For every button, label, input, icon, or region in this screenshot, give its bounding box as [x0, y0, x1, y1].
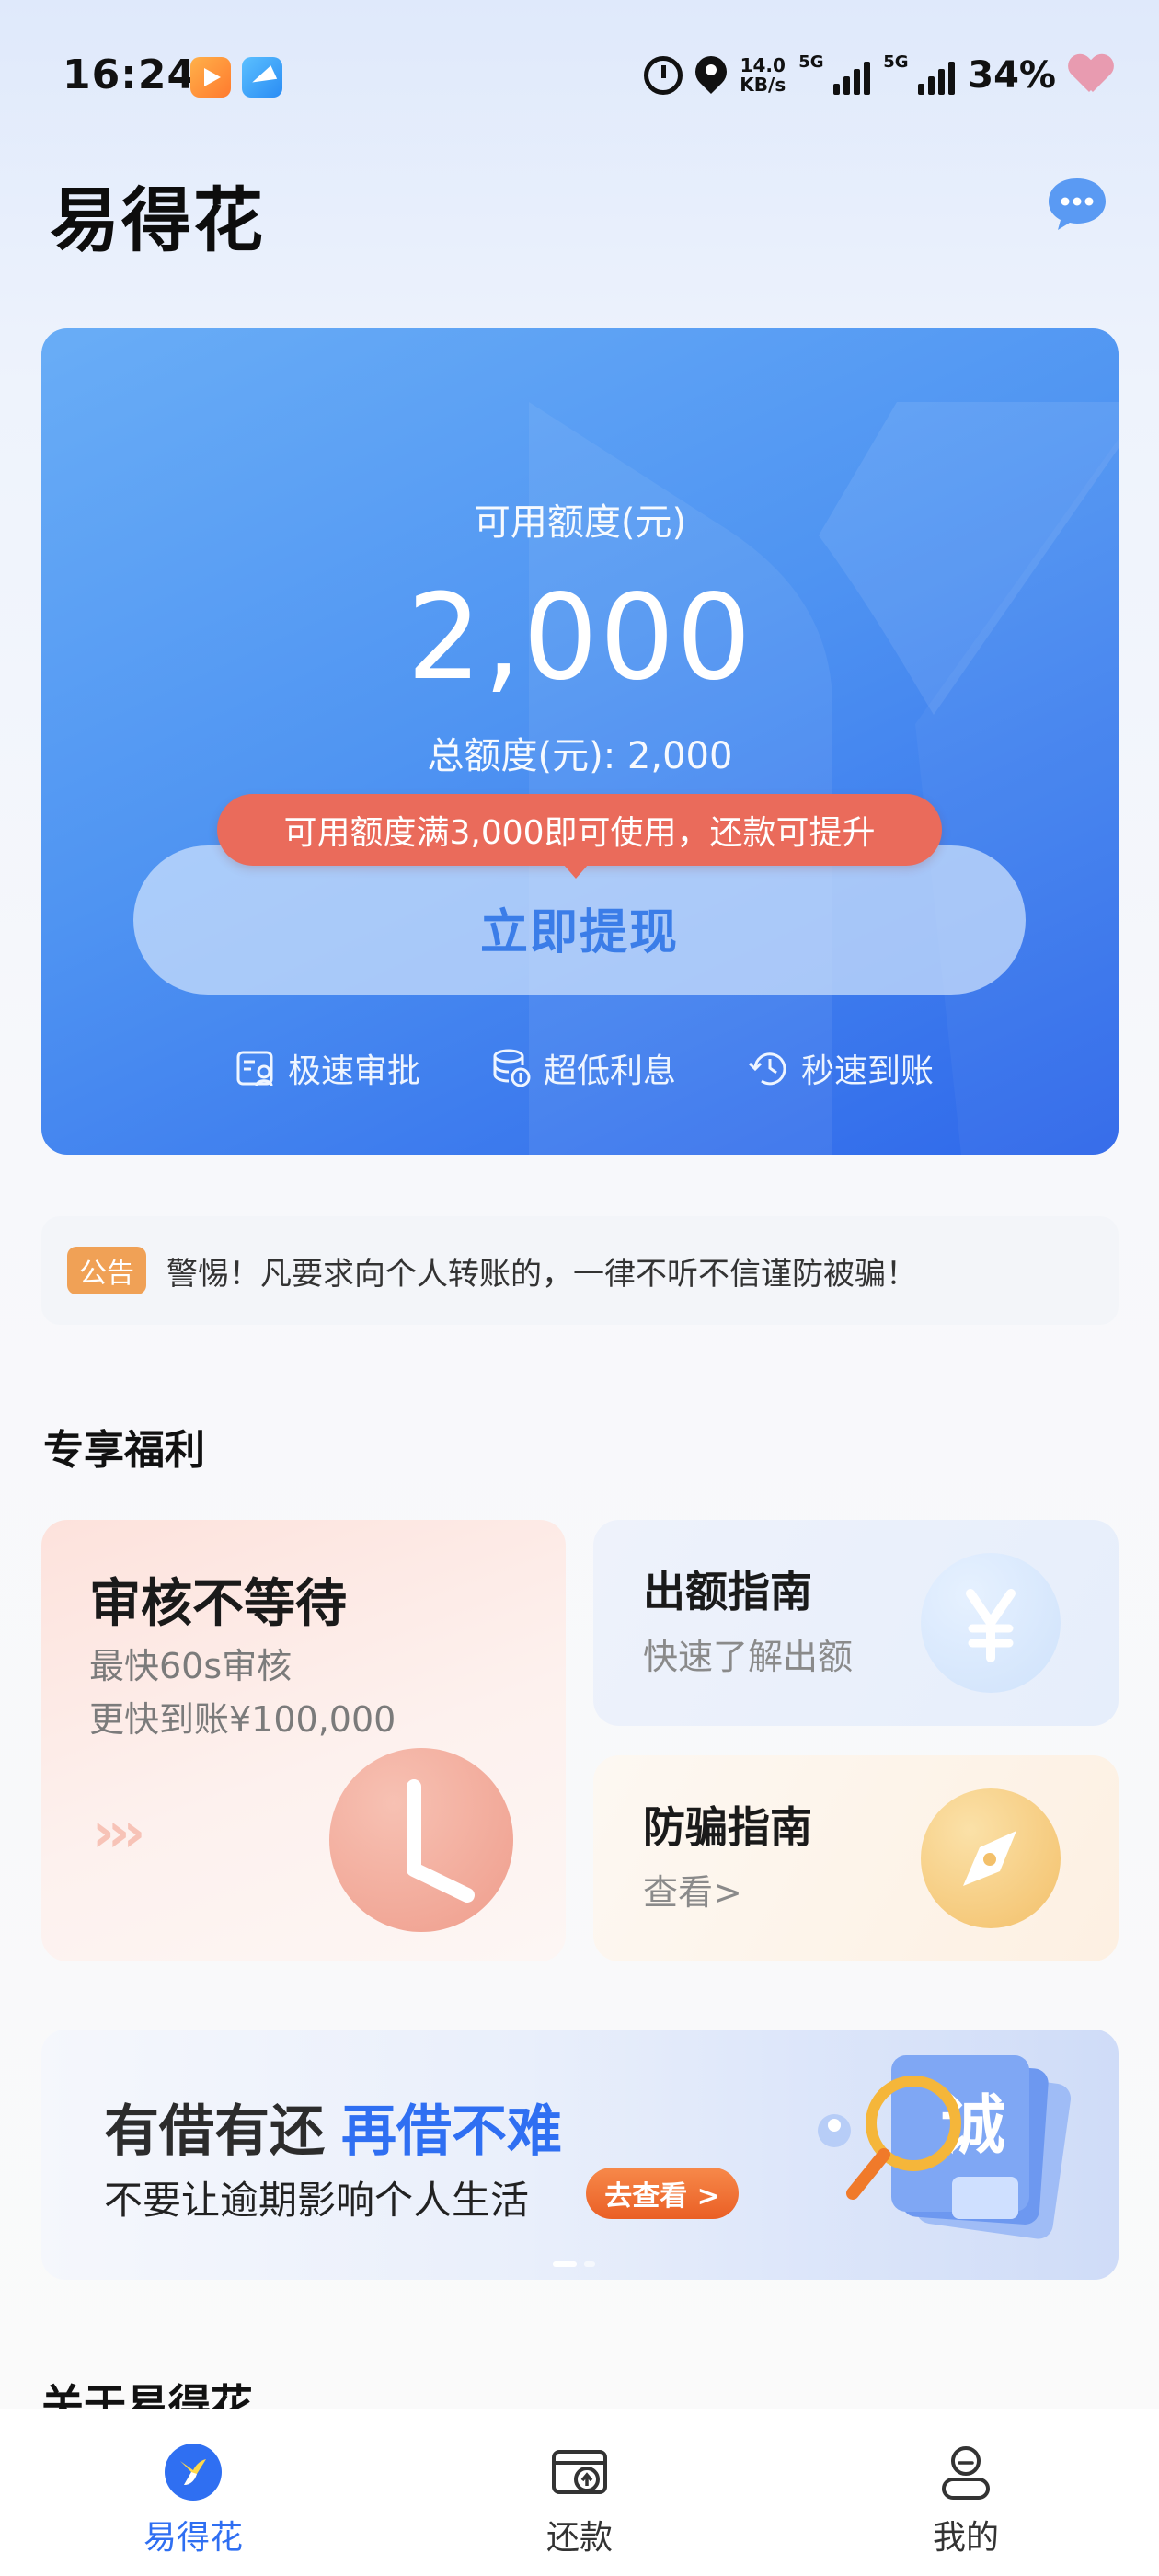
- approval-icon: [236, 1051, 273, 1087]
- nav-label: 我的: [932, 2519, 999, 2557]
- benefit-title: 审核不等待: [89, 1574, 347, 1634]
- clock-arrow-icon: [748, 1052, 786, 1086]
- status-time: 16:24: [63, 52, 197, 98]
- nav-label: 还款: [545, 2519, 613, 2557]
- nav-item-repay[interactable]: 还款: [386, 2409, 773, 2576]
- notice-tag: 公告: [67, 1247, 146, 1294]
- benefit-subtitle: 快速了解出额: [643, 1637, 854, 1677]
- benefit-line: 最快60s审核: [89, 1646, 293, 1686]
- nav-item-home[interactable]: 易得花: [0, 2409, 386, 2576]
- credit-card: 可用额度(元) 2,000 总额度(元): 2,000 立即提现 可用额度满3,…: [41, 328, 1119, 1155]
- status-icons: 14.0 KB/s 5G 5G 34%: [644, 48, 1113, 103]
- banner-view-button[interactable]: 去查看 >: [586, 2168, 739, 2219]
- banner-title-highlight: 再借不难: [341, 2099, 562, 2164]
- network-speed: 14.0 KB/s: [740, 56, 786, 95]
- bottom-nav: 易得花 还款 我的: [0, 2409, 1159, 2576]
- benefit-line: 更快到账¥100,000: [89, 1699, 396, 1740]
- video-app-icon: [190, 57, 231, 98]
- feature-label: 超低利息: [544, 1052, 677, 1090]
- network-speed-unit: KB/s: [740, 74, 786, 96]
- benefit-credit-guide-card[interactable]: 出额指南 快速了解出额: [593, 1520, 1119, 1726]
- home-logo-icon: [165, 2444, 222, 2501]
- feature-fast-approval: 极速审批: [235, 1044, 420, 1092]
- nav-item-profile[interactable]: 我的: [773, 2409, 1159, 2576]
- feature-label: 秒速到账: [801, 1052, 935, 1090]
- page-title: 易得花: [50, 179, 265, 261]
- benefits-section-title: 专享福利: [43, 1427, 205, 1474]
- signal-icon: 5G: [798, 52, 871, 95]
- available-credit-label: 可用额度(元): [473, 501, 687, 544]
- signal-icon: 5G: [883, 52, 956, 95]
- telegram-app-icon: [242, 57, 282, 98]
- nav-label: 易得花: [143, 2519, 243, 2557]
- credit-tip-bubble: 可用额度满3,000即可使用，还款可提升: [217, 794, 942, 879]
- banner-title-main: 有借有还: [104, 2099, 325, 2164]
- signal-label: 5G: [883, 52, 909, 72]
- banner-title: 有借有还 再借不难: [104, 2087, 562, 2167]
- clock-icon: [329, 1748, 513, 1932]
- benefit-subtitle: 查看>: [643, 1872, 742, 1913]
- repay-icon: [552, 2450, 607, 2494]
- battery-level: 34%: [968, 54, 1056, 97]
- status-bar: 16:24 14.0 KB/s 5G 5G 34%: [0, 0, 1159, 156]
- carousel-dots: [553, 2261, 595, 2267]
- benefit-fast-review-card[interactable]: 审核不等待 最快60s审核 更快到账¥100,000 ›››: [41, 1520, 566, 1961]
- compass-icon: [921, 1788, 1061, 1928]
- coins-icon: [493, 1049, 531, 1087]
- benefit-title: 出额指南: [643, 1567, 812, 1616]
- heart-icon: [1069, 55, 1113, 96]
- total-credit: 总额度(元): 2,000: [427, 735, 733, 777]
- carousel-dot-active: [553, 2261, 577, 2267]
- alarm-icon: [644, 56, 683, 95]
- banner-subtitle: 不要让逾期影响个人生活: [104, 2178, 530, 2223]
- benefit-title: 防骗指南: [643, 1802, 812, 1852]
- available-credit-amount: 2,000: [407, 569, 753, 707]
- yen-icon: [921, 1553, 1061, 1693]
- notice-text: 警惕！凡要求向个人转账的，一律不听不信谨防被骗！: [166, 1255, 917, 1293]
- feature-instant-arrival: 秒速到账: [748, 1044, 934, 1092]
- notice-bar[interactable]: 公告 警惕！凡要求向个人转账的，一律不听不信谨防被骗！: [41, 1216, 1119, 1325]
- integrity-illustration-icon: 诚: [818, 2055, 1072, 2239]
- customer-service-chat-icon[interactable]: [1045, 175, 1109, 234]
- signal-label: 5G: [798, 52, 824, 72]
- promo-banner[interactable]: 有借有还 再借不难 不要让逾期影响个人生活 去查看 > 诚: [41, 2030, 1119, 2280]
- location-icon: [695, 56, 727, 95]
- feature-label: 极速审批: [288, 1052, 421, 1090]
- feature-low-interest: 超低利息: [490, 1044, 676, 1092]
- carousel-dot: [584, 2261, 595, 2267]
- network-speed-value: 14.0: [740, 54, 786, 76]
- profile-icon: [942, 2446, 990, 2500]
- benefit-anti-fraud-card[interactable]: 防骗指南 查看>: [593, 1755, 1119, 1961]
- arrows-decoration: ›››: [92, 1800, 145, 1865]
